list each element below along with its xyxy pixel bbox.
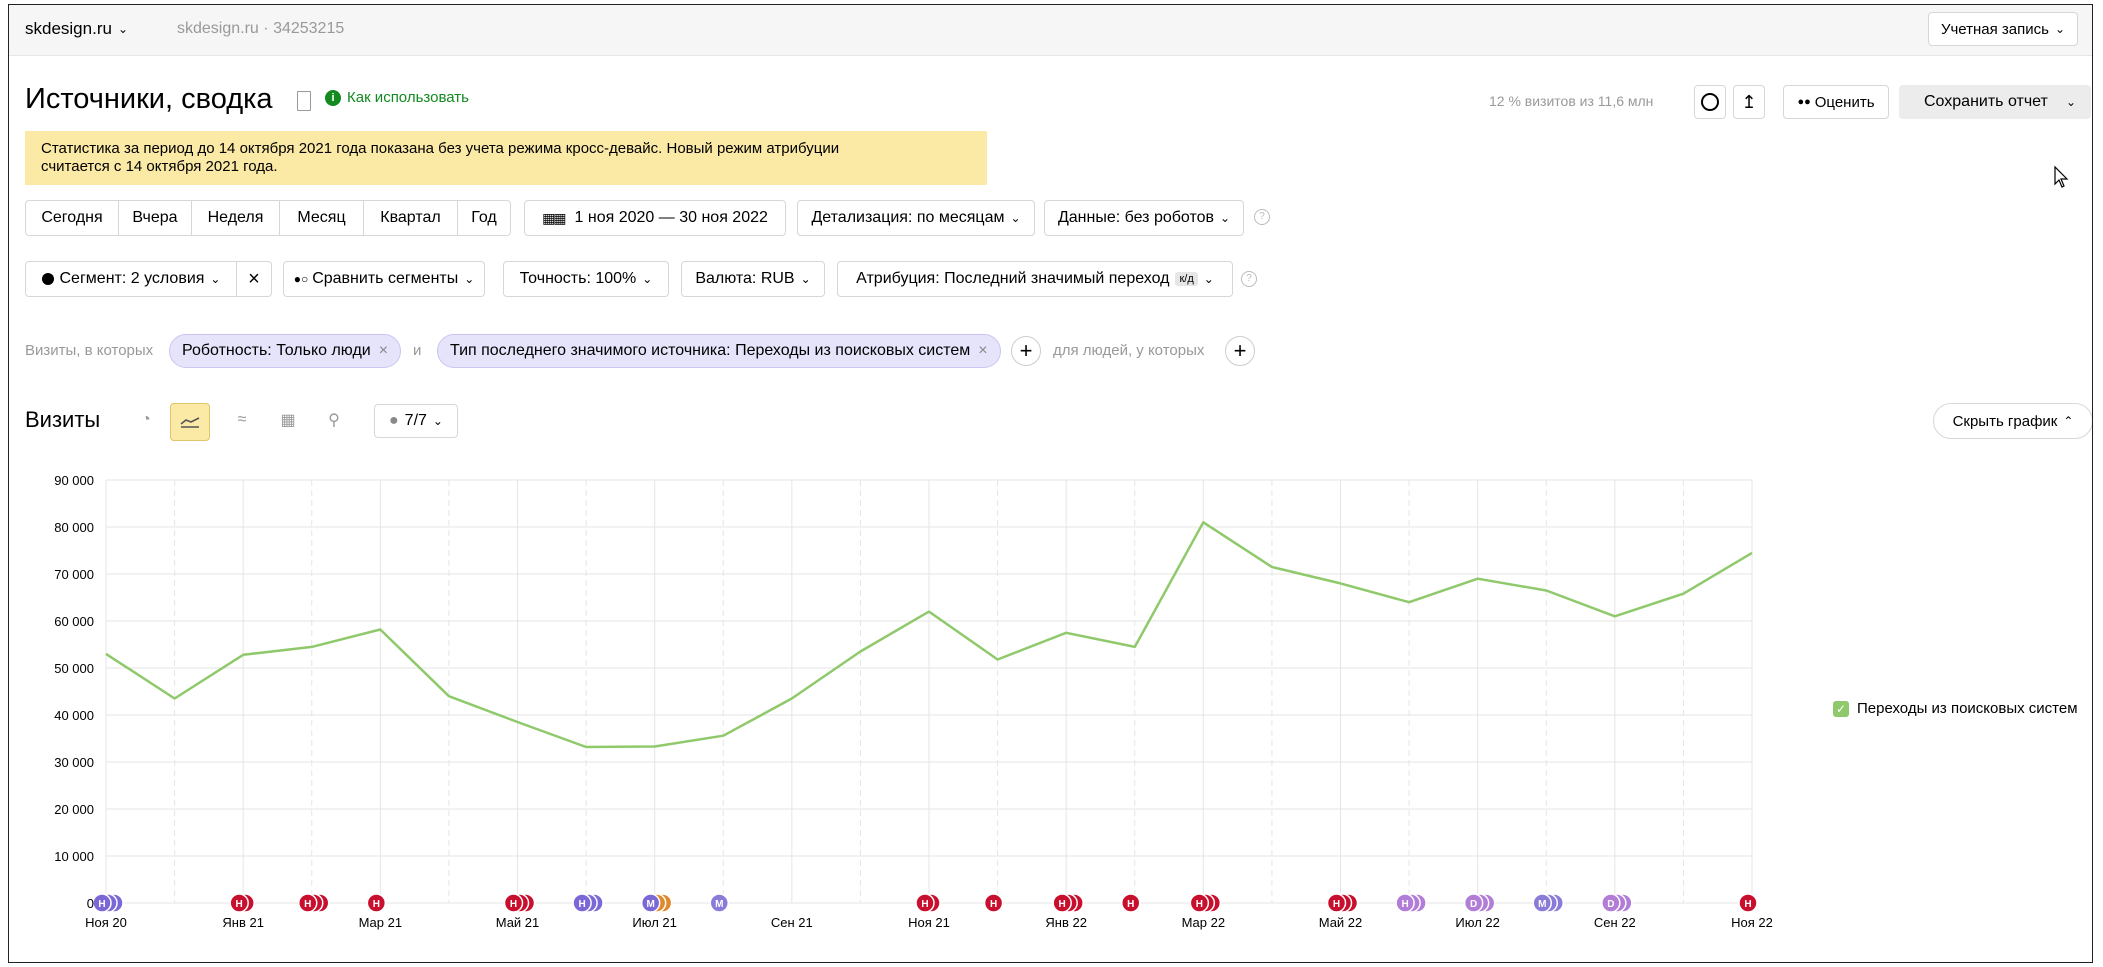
x-tick-label: Сен 21 bbox=[771, 915, 813, 930]
y-tick-label: 30 000 bbox=[54, 755, 94, 770]
annotation-marker[interactable]: М bbox=[1532, 893, 1564, 913]
annotation-marker-label: Н bbox=[1401, 899, 1408, 910]
y-tick-label: 50 000 bbox=[54, 661, 94, 676]
annotation-marker[interactable]: Н bbox=[1052, 893, 1084, 913]
annotation-marker-label: Н bbox=[990, 899, 997, 910]
x-tick-label: Янв 21 bbox=[222, 915, 264, 930]
x-tick-label: Июл 22 bbox=[1455, 915, 1499, 930]
annotation-marker[interactable]: D bbox=[1601, 893, 1633, 913]
x-tick-label: Ноя 22 bbox=[1731, 915, 1773, 930]
x-tick-label: Мар 21 bbox=[359, 915, 403, 930]
legend-label: Переходы из поисковых систем bbox=[1857, 700, 2078, 717]
y-tick-label: 20 000 bbox=[54, 802, 94, 817]
annotation-marker-label: D bbox=[1470, 899, 1477, 910]
x-tick-label: Мар 22 bbox=[1182, 915, 1226, 930]
annotation-marker[interactable]: М bbox=[640, 893, 673, 913]
annotation-marker[interactable]: D bbox=[1463, 893, 1496, 913]
annotation-marker-label: М bbox=[1538, 899, 1546, 910]
annotation-marker-label: Н bbox=[1333, 899, 1340, 910]
annotation-marker-label: Н bbox=[1744, 899, 1751, 910]
annotation-marker[interactable]: Н bbox=[915, 893, 941, 913]
annotation-marker[interactable]: Н bbox=[1326, 893, 1359, 913]
annotation-marker-label: D bbox=[1607, 899, 1614, 910]
annotation-marker[interactable]: Н bbox=[92, 893, 124, 913]
annotation-marker[interactable]: М bbox=[709, 893, 729, 913]
annotation-marker-label: М bbox=[715, 899, 723, 910]
y-tick-label: 40 000 bbox=[54, 708, 94, 723]
annotation-marker-label: Н bbox=[921, 899, 928, 910]
annotation-marker[interactable]: Н bbox=[572, 893, 604, 913]
x-tick-label: Май 21 bbox=[496, 915, 540, 930]
annotation-marker-label: Н bbox=[578, 899, 585, 910]
x-tick-label: Май 22 bbox=[1319, 915, 1363, 930]
x-tick-label: Июл 21 bbox=[632, 915, 676, 930]
annotation-marker-label: М bbox=[646, 899, 654, 910]
x-tick-label: Ноя 21 bbox=[908, 915, 950, 930]
legend-item[interactable]: ✓ Переходы из поисковых систем bbox=[1833, 700, 2078, 717]
annotation-marker-label: Н bbox=[1127, 899, 1134, 910]
y-tick-label: 80 000 bbox=[54, 520, 94, 535]
x-tick-label: Янв 22 bbox=[1045, 915, 1087, 930]
annotation-marker[interactable]: Н bbox=[983, 893, 1004, 913]
y-tick-label: 60 000 bbox=[54, 614, 94, 629]
visits-chart: Н Н Н Н Н Н М М Н Н Н Н Н Н Н D М D Н 0 10 000 20 000 30 000 4… bbox=[54, 473, 1773, 930]
annotation-marker-label: Н bbox=[510, 899, 517, 910]
y-tick-label: 70 000 bbox=[54, 567, 94, 582]
x-tick-label: Ноя 20 bbox=[85, 915, 127, 930]
y-tick-label: 90 000 bbox=[54, 473, 94, 488]
annotation-marker[interactable]: Н bbox=[1121, 893, 1141, 913]
annotation-marker-label: Н bbox=[1059, 899, 1066, 910]
annotation-marker-label: Н bbox=[373, 899, 380, 910]
annotation-marker-label: Н bbox=[98, 899, 105, 910]
checkbox-checked-icon[interactable]: ✓ bbox=[1833, 700, 1849, 717]
y-tick-label: 10 000 bbox=[54, 849, 94, 864]
annotation-marker[interactable]: Н bbox=[503, 893, 536, 913]
app-window: skdesign.ru ⌄ skdesign.ru · 34253215 Уче… bbox=[8, 4, 2093, 963]
annotation-marker-label: Н bbox=[304, 899, 311, 910]
annotation-marker-label: Н bbox=[236, 899, 243, 910]
annotation-marker[interactable]: Н bbox=[298, 893, 330, 913]
annotation-marker[interactable]: Н bbox=[366, 893, 387, 913]
y-tick-label: 0 bbox=[87, 896, 94, 911]
annotation-marker[interactable]: Н bbox=[1395, 893, 1427, 913]
annotation-marker[interactable]: Н bbox=[1189, 893, 1222, 913]
annotation-marker[interactable]: Н bbox=[229, 893, 255, 913]
x-tick-label: Сен 22 bbox=[1594, 915, 1636, 930]
annotation-marker-label: Н bbox=[1196, 899, 1203, 910]
annotation-marker[interactable]: Н bbox=[1738, 893, 1758, 913]
